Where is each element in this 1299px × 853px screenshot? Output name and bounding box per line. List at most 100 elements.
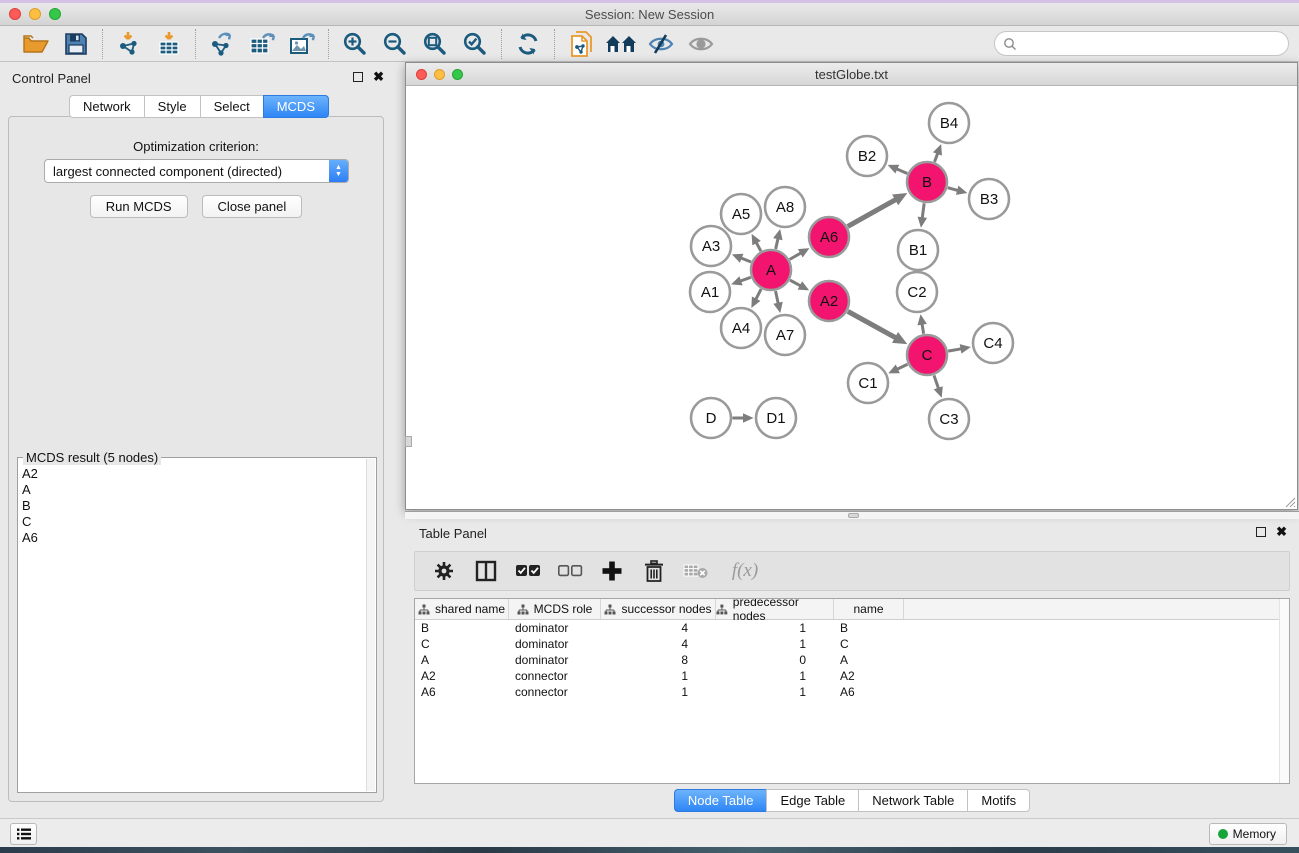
close-table-panel-icon[interactable]: ✖ (1276, 527, 1287, 537)
window-titlebar[interactable]: Session: New Session (0, 3, 1299, 26)
table-cell[interactable]: C (834, 636, 904, 652)
mcds-result-item[interactable]: B (22, 498, 366, 514)
column-header-shared-name[interactable]: shared name (415, 599, 509, 619)
graph-node-B[interactable]: B (907, 162, 947, 202)
tab-node-table[interactable]: Node Table (674, 789, 767, 812)
tab-edge-table[interactable]: Edge Table (766, 789, 858, 812)
table-cell[interactable]: 1 (716, 668, 834, 684)
table-cell[interactable]: 1 (716, 620, 834, 636)
network-view-window[interactable]: testGlobe.txt B4B2BB3A5A8A6A3B1AA1C2A2A4… (405, 62, 1298, 510)
graph-node-A2[interactable]: A2 (809, 281, 849, 321)
tab-motifs[interactable]: Motifs (967, 789, 1030, 812)
table-cell[interactable]: 8 (601, 652, 716, 668)
graph-edge-C-C3[interactable] (934, 375, 939, 389)
column-header-predecessor-nodes[interactable]: predecessor nodes (716, 599, 834, 619)
graph-node-B4[interactable]: B4 (929, 103, 969, 143)
tab-network-table[interactable]: Network Table (858, 789, 967, 812)
home-button[interactable] (604, 29, 638, 59)
columns-button[interactable] (471, 556, 501, 586)
table-cell[interactable]: connector (509, 684, 601, 700)
graph-node-A4[interactable]: A4 (721, 308, 761, 348)
graph-node-A7[interactable]: A7 (765, 315, 805, 355)
table-cell[interactable]: connector (509, 668, 601, 684)
graph-node-C[interactable]: C (907, 335, 947, 375)
table-cell[interactable]: 0 (716, 652, 834, 668)
select-all-button[interactable] (513, 556, 543, 586)
mcds-result-item[interactable]: A6 (22, 530, 366, 546)
graph-node-B2[interactable]: B2 (847, 136, 887, 176)
export-table-button[interactable] (245, 29, 279, 59)
graph-edge-C-C4[interactable] (948, 349, 962, 352)
table-row[interactable]: Cdominator41C (415, 636, 1289, 652)
zoom-selected-button[interactable] (458, 29, 492, 59)
zoom-out-button[interactable] (378, 29, 412, 59)
search-input[interactable] (1017, 34, 1288, 54)
export-network-button[interactable] (205, 29, 239, 59)
trash-button[interactable] (639, 556, 669, 586)
network-canvas[interactable]: B4B2BB3A5A8A6A3B1AA1C2A2A4A7C4CC1C3DD1 (407, 87, 1296, 509)
copy-network-doc-button[interactable] (564, 29, 598, 59)
close-panel-icon[interactable]: ✖ (373, 72, 384, 82)
split-divider-grip[interactable] (848, 513, 859, 518)
graph-edge-B-B1[interactable] (922, 203, 924, 219)
tab-mcds[interactable]: MCDS (263, 95, 329, 118)
import-table-button[interactable] (152, 29, 186, 59)
graph-edge-A2-C[interactable] (848, 311, 897, 338)
table-cell[interactable]: C (415, 636, 509, 652)
table-row[interactable]: Bdominator41B (415, 620, 1289, 636)
graph-node-C3[interactable]: C3 (929, 399, 969, 439)
graph-node-C2[interactable]: C2 (897, 272, 937, 312)
graph-node-D1[interactable]: D1 (756, 398, 796, 438)
save-button[interactable] (59, 29, 93, 59)
table-cell[interactable]: dominator (509, 636, 601, 652)
float-table-panel-icon[interactable] (1256, 527, 1266, 537)
add-button[interactable] (597, 556, 627, 586)
table-cell[interactable]: A6 (415, 684, 509, 700)
result-list-scrollbar[interactable] (366, 459, 375, 791)
graph-node-C4[interactable]: C4 (973, 323, 1013, 363)
float-panel-icon[interactable] (353, 72, 363, 82)
table-cell[interactable]: 1 (716, 684, 834, 700)
mcds-result-list[interactable]: A2ABCA6 (18, 466, 366, 790)
graph-node-A[interactable]: A (751, 250, 791, 290)
table-cell[interactable]: A2 (834, 668, 904, 684)
open-folder-button[interactable] (19, 29, 53, 59)
table-cell[interactable]: 1 (601, 684, 716, 700)
window-resize-grip[interactable] (1282, 494, 1296, 508)
table-cell[interactable]: 4 (601, 636, 716, 652)
delete-table-button[interactable] (681, 556, 711, 586)
optimization-criterion-dropdown[interactable]: largest connected component (directed) ▲… (44, 159, 349, 183)
table-scrollbar[interactable] (1279, 599, 1289, 783)
panel-split-grip[interactable] (405, 436, 412, 447)
import-network-button[interactable] (112, 29, 146, 59)
eye-slash-button[interactable] (644, 29, 678, 59)
graph-node-B1[interactable]: B1 (898, 230, 938, 270)
network-window-titlebar[interactable]: testGlobe.txt (406, 63, 1297, 86)
table-cell[interactable]: dominator (509, 620, 601, 636)
deselect-all-button[interactable] (555, 556, 585, 586)
memory-button[interactable]: Memory (1209, 823, 1287, 845)
tab-style[interactable]: Style (144, 95, 200, 118)
table-cell[interactable]: B (834, 620, 904, 636)
table-row[interactable]: Adominator80A (415, 652, 1289, 668)
table-cell[interactable]: 4 (601, 620, 716, 636)
mcds-result-item[interactable]: A2 (22, 466, 366, 482)
column-header-successor-nodes[interactable]: successor nodes (601, 599, 716, 619)
table-cell[interactable]: A (834, 652, 904, 668)
table-cell[interactable]: A6 (834, 684, 904, 700)
table-cell[interactable]: 1 (601, 668, 716, 684)
column-header-MCDS-role[interactable]: MCDS role (509, 599, 601, 619)
graph-edge-A6-B[interactable] (848, 199, 897, 227)
graph-node-B3[interactable]: B3 (969, 179, 1009, 219)
export-image-button[interactable] (285, 29, 319, 59)
zoom-fit-button[interactable] (418, 29, 452, 59)
horizontal-split-divider[interactable] (405, 511, 1299, 519)
mcds-result-item[interactable]: A (22, 482, 366, 498)
table-row[interactable]: A6connector11A6 (415, 684, 1289, 700)
tab-select[interactable]: Select (200, 95, 263, 118)
graph-node-A3[interactable]: A3 (691, 226, 731, 266)
tab-network[interactable]: Network (69, 95, 144, 118)
eye-button[interactable] (684, 29, 718, 59)
show-panels-button[interactable] (10, 823, 37, 845)
run-mcds-button[interactable]: Run MCDS (90, 195, 188, 218)
